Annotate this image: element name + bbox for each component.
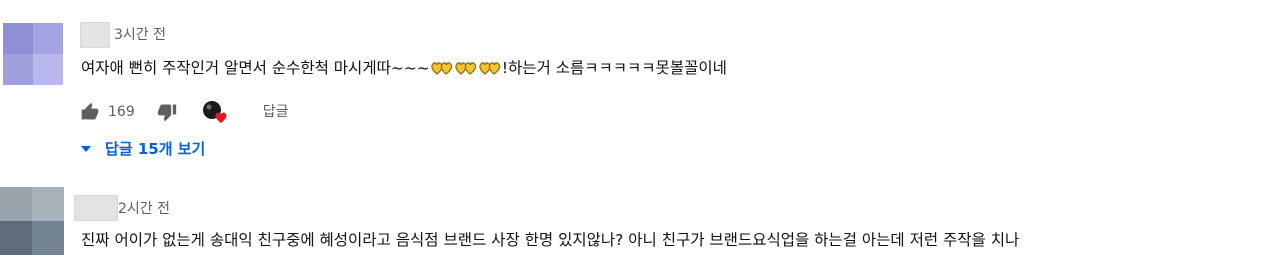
- comment-text-part: 여자애 뻔히 주작인거 알면서 순수한척 마시게따~~~: [81, 59, 430, 77]
- avatar-tile: [3, 54, 33, 85]
- caret-down-icon: [81, 146, 91, 152]
- reply-button[interactable]: 답글: [263, 102, 289, 122]
- avatar-tile: [0, 187, 32, 221]
- view-replies-label: 답글 15개 보기: [105, 140, 206, 158]
- comment-actions: 169 답글: [80, 99, 289, 125]
- avatar-tile: [32, 221, 64, 255]
- two-hearts-emoji: [431, 62, 453, 75]
- thumbs-up-icon[interactable]: [80, 102, 100, 122]
- comment-text: 진짜 어이가 없는게 송대익 친구중에 혜성이라고 음식점 브랜드 사장 한명 …: [81, 231, 1020, 249]
- like-count: 169: [108, 104, 135, 120]
- comment-timestamp[interactable]: 3시간 전: [114, 25, 166, 45]
- thumbs-down-icon[interactable]: [157, 102, 177, 122]
- two-hearts-emoji: [479, 62, 501, 75]
- avatar-tile: [3, 23, 33, 54]
- avatar-tile: [32, 187, 64, 221]
- author-name-redacted[interactable]: [74, 195, 118, 221]
- comment-text-part: !하는거 소름ㅋㅋㅋㅋㅋ못볼꼴이네: [501, 59, 727, 77]
- comment-1: 3시간 전 여자애 뻔히 주작인거 알면서 순수한척 마시게따~~~ !하는거 소…: [0, 0, 1280, 175]
- avatar-tile: [33, 54, 63, 85]
- comment-timestamp[interactable]: 2시간 전: [118, 199, 170, 219]
- comment-2: 2시간 전 진짜 어이가 없는게 송대익 친구중에 혜성이라고 음식점 브랜드 …: [0, 175, 1280, 272]
- avatar-tile: [0, 221, 32, 255]
- avatar[interactable]: [0, 187, 64, 255]
- two-hearts-emoji: [455, 62, 477, 75]
- view-replies-button[interactable]: 답글 15개 보기: [81, 138, 205, 160]
- avatar-tile: [33, 23, 63, 54]
- comment-text: 여자애 뻔히 주작인거 알면서 순수한척 마시게따~~~ !하는거 소름ㅋㅋㅋㅋㅋ…: [81, 56, 727, 80]
- author-name-redacted[interactable]: [80, 22, 110, 48]
- creator-heart-icon: [201, 99, 229, 125]
- avatar[interactable]: [3, 23, 63, 85]
